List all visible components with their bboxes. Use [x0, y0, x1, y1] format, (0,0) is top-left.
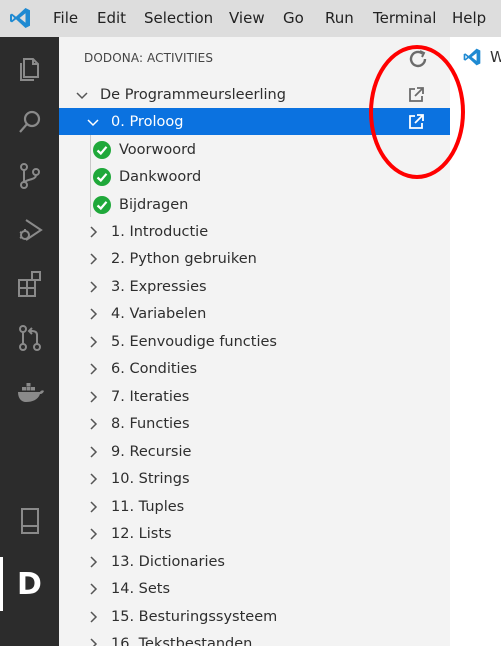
menu-file[interactable]: File — [53, 9, 78, 27]
extensions-icon — [17, 271, 41, 297]
exercise-label: Dankwoord — [119, 168, 202, 185]
chevron-right-icon — [90, 583, 98, 595]
check-circle-icon — [93, 195, 111, 214]
chevron-right-icon — [90, 528, 98, 540]
chevron-right-icon — [90, 418, 98, 430]
chevron-right-icon — [90, 308, 98, 320]
chapter-item[interactable]: 1. Introductie — [59, 218, 450, 245]
chevron-right-icon — [90, 280, 98, 293]
chapter-item[interactable]: 11. Tuples — [59, 493, 450, 520]
chapter-item[interactable]: 5. Eenvoudige functies — [59, 328, 450, 355]
chevron-right-icon — [90, 610, 98, 623]
chapter-item[interactable]: 2. Python gebruiken — [59, 246, 450, 273]
chevron-right-icon — [90, 225, 98, 238]
chapter-item[interactable]: 4. Variabelen — [59, 301, 450, 328]
chapter-item[interactable]: 15. Besturingssysteem — [59, 603, 450, 630]
menu-view[interactable]: View — [229, 9, 265, 27]
chapter-item[interactable]: 6. Condities — [59, 356, 450, 383]
vscode-logo-icon — [10, 8, 30, 28]
chevron-right-icon — [90, 473, 98, 485]
chapter-label: 11. Tuples — [111, 498, 185, 515]
activity-bar: D — [0, 37, 59, 646]
pull-request-button[interactable] — [0, 311, 59, 365]
annotation-circle — [369, 45, 465, 179]
check-circle-icon — [93, 140, 111, 159]
search-button[interactable] — [0, 95, 59, 149]
chapter-label: 6. Condities — [111, 361, 198, 377]
tree-item-label: 0. Proloog — [111, 113, 184, 130]
chevron-right-icon — [90, 253, 98, 265]
explorer-icon — [19, 58, 39, 81]
chapter-item[interactable]: 10. Strings — [59, 466, 450, 493]
chevron-right-icon — [90, 390, 98, 403]
menu-terminal[interactable]: Terminal — [373, 9, 436, 27]
menu-run[interactable]: Run — [325, 9, 354, 27]
dodona-icon: D — [17, 566, 42, 602]
chapter-label: 1. Introductie — [111, 223, 209, 240]
menu-bar: File Edit Selection View Go Run Terminal… — [0, 0, 501, 37]
search-icon — [18, 110, 40, 133]
panel-title: DODONA: ACTIVITIES — [84, 51, 214, 65]
run-debug-icon — [19, 219, 43, 241]
chapter-label: 2. Python gebruiken — [111, 251, 257, 267]
chapter-item[interactable]: 13. Dictionaries — [59, 548, 450, 575]
exercise-item[interactable]: Bijdragen — [59, 191, 450, 218]
chapter-item[interactable]: 3. Expressies — [59, 273, 450, 300]
tree-item-label: De Programmeursleerling — [100, 86, 286, 103]
menu-go[interactable]: Go — [283, 9, 304, 27]
docker-button[interactable] — [0, 365, 59, 419]
menu-edit[interactable]: Edit — [97, 9, 126, 27]
chapter-label: 16. Tekstbestanden — [111, 636, 253, 646]
chapter-item[interactable]: 7. Iteraties — [59, 383, 450, 410]
run-debug-button[interactable] — [0, 203, 59, 257]
chapter-label: 9. Recursie — [111, 443, 192, 460]
chapter-label: 14. Sets — [111, 581, 171, 597]
chapter-label: 15. Besturingssysteem — [111, 608, 278, 625]
editor-tab-label[interactable]: W — [490, 48, 501, 66]
dodona-button[interactable]: D — [0, 557, 59, 611]
chevron-down-icon — [76, 91, 88, 99]
chapter-label: 3. Expressies — [111, 278, 207, 295]
chapter-item[interactable]: 14. Sets — [59, 576, 450, 603]
chevron-right-icon — [90, 335, 98, 348]
chevron-down-icon — [87, 118, 99, 126]
chapter-label: 7. Iteraties — [111, 388, 190, 405]
chapter-label: 13. Dictionaries — [111, 553, 225, 570]
chapter-item[interactable]: 8. Functies — [59, 411, 450, 438]
chevron-right-icon — [90, 555, 98, 568]
menu-selection[interactable]: Selection — [144, 9, 213, 27]
chapter-item[interactable]: 9. Recursie — [59, 438, 450, 465]
chapter-label: 5. Eenvoudige functies — [111, 333, 277, 350]
docker-icon — [17, 383, 44, 402]
chapter-label: 10. Strings — [111, 471, 190, 487]
chapter-item[interactable]: 16. Tekstbestanden — [59, 631, 450, 646]
check-circle-icon — [93, 167, 111, 186]
chapter-label: 8. Functies — [111, 416, 190, 432]
exercise-label: Voorwoord — [119, 141, 197, 158]
source-control-icon — [19, 163, 40, 189]
chapter-label: 12. Lists — [111, 526, 172, 542]
remote-explorer-icon — [20, 508, 39, 534]
exercise-label: Bijdragen — [119, 196, 189, 213]
chevron-right-icon — [90, 500, 98, 513]
explorer-button[interactable] — [0, 41, 59, 95]
remote-explorer-button[interactable] — [0, 494, 59, 548]
chapter-item[interactable]: 12. Lists — [59, 521, 450, 548]
chevron-right-icon — [90, 638, 98, 646]
vscode-tab-icon — [463, 48, 481, 66]
chevron-right-icon — [90, 445, 98, 458]
chevron-right-icon — [90, 363, 98, 375]
pull-request-icon — [18, 325, 41, 351]
extensions-button[interactable] — [0, 257, 59, 311]
chapter-label: 4. Variabelen — [111, 306, 207, 322]
menu-help[interactable]: Help — [452, 9, 486, 27]
source-control-button[interactable] — [0, 149, 59, 203]
